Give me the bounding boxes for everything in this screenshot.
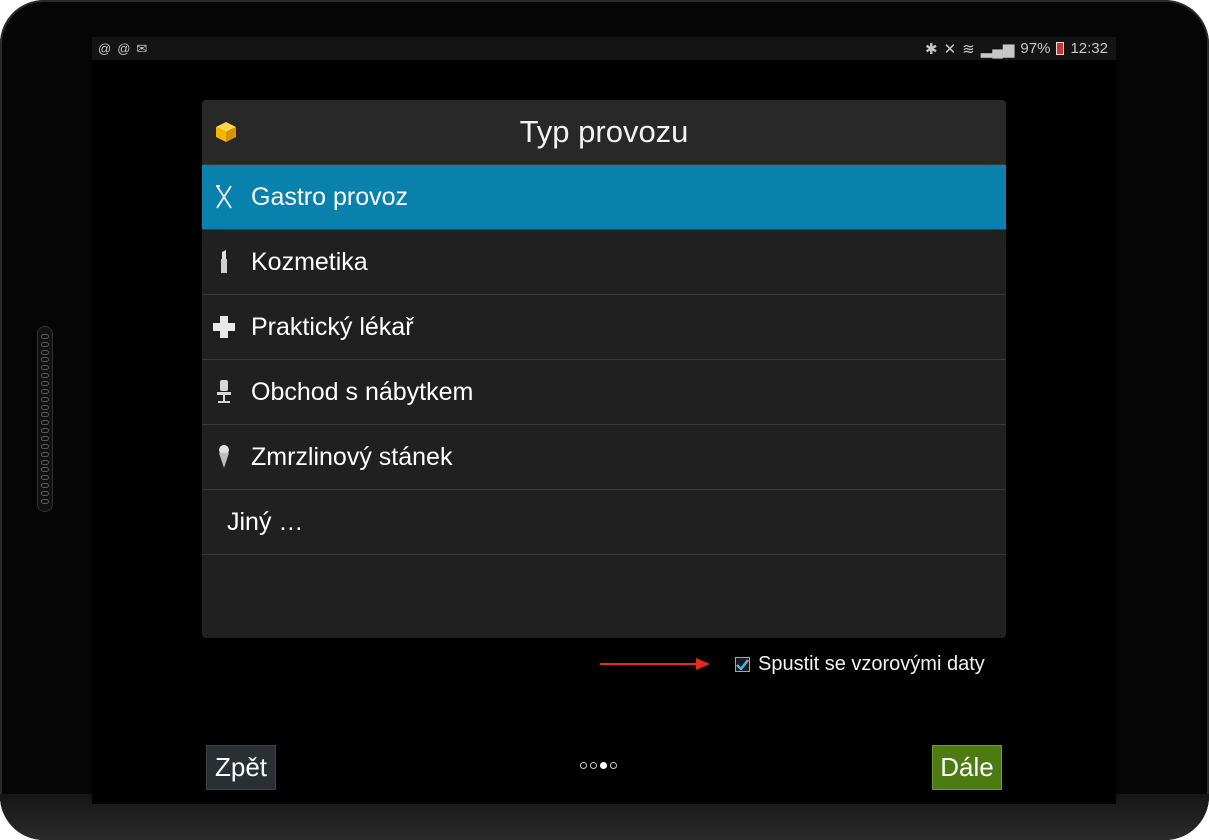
- list-item-zmrzlinovy-stanek[interactable]: Zmrzlinový stánek: [202, 425, 1006, 490]
- page-dot: [580, 762, 587, 769]
- wifi-icon: ≋: [962, 40, 975, 58]
- list-item-kozmetika[interactable]: Kozmetika: [202, 230, 1006, 295]
- fork-knife-icon: [212, 182, 236, 212]
- dialog-title: Typ provozu: [519, 114, 689, 149]
- cross-icon: [212, 312, 236, 342]
- mute-icon: ✕: [943, 40, 957, 58]
- clock: 12:32: [1070, 40, 1108, 57]
- chair-icon: [212, 377, 236, 407]
- signal-icon: ▂▄▆: [980, 40, 1015, 58]
- list-item-prakticky-lekar[interactable]: Praktický lékař: [202, 295, 1006, 360]
- list-item-label: Kozmetika: [251, 247, 368, 276]
- status-bar: @ @ ✉ ✱ ✕ ≋ ▂▄▆ 97% 12:32: [92, 37, 1116, 60]
- sample-data-option[interactable]: Spustit se vzorovými daty: [735, 653, 985, 676]
- notification-icon: @: [117, 40, 131, 56]
- list-item-label: Jiný …: [227, 507, 304, 536]
- notification-icon: ✉: [136, 40, 148, 56]
- list-item-gastro[interactable]: Gastro provoz: [202, 165, 1006, 230]
- page-dot: [590, 762, 597, 769]
- notification-icons: @ @ ✉: [92, 41, 147, 57]
- lipstick-icon: [212, 247, 236, 277]
- ice-cream-icon: [212, 442, 236, 472]
- page-dot-active: [600, 762, 607, 769]
- screen: @ @ ✉ ✱ ✕ ≋ ▂▄▆ 97% 12:32 Typ provozu Ga…: [92, 37, 1116, 804]
- sample-data-checkbox[interactable]: [735, 657, 750, 672]
- cube-icon: [216, 122, 236, 142]
- list-item-label: Obchod s nábytkem: [251, 377, 474, 406]
- next-button[interactable]: Dále: [932, 745, 1002, 790]
- page-indicator: [580, 762, 617, 769]
- system-status: ✱ ✕ ≋ ▂▄▆ 97% 12:32: [925, 40, 1116, 58]
- dialog-header: Typ provozu: [202, 100, 1006, 165]
- notification-icon: @: [98, 40, 112, 56]
- battery-percent: 97%: [1020, 40, 1051, 57]
- list-item-obchod-nabytek[interactable]: Obchod s nábytkem: [202, 360, 1006, 425]
- annotation-arrow: [600, 658, 710, 670]
- list-item-label: Praktický lékař: [251, 312, 414, 341]
- list-item-label: Zmrzlinový stánek: [251, 442, 453, 471]
- battery-icon: [1056, 42, 1065, 55]
- checkmark-icon: [736, 659, 749, 670]
- bluetooth-icon: ✱: [924, 40, 938, 58]
- sample-data-label: Spustit se vzorovými daty: [758, 653, 985, 675]
- page-dot: [610, 762, 617, 769]
- back-button[interactable]: Zpět: [206, 745, 276, 790]
- list-item-jiny[interactable]: Jiný …: [202, 490, 1006, 555]
- list-item-label: Gastro provoz: [251, 182, 409, 211]
- business-type-dialog: Typ provozu Gastro provoz Kozmetika Prak…: [202, 100, 1006, 638]
- speaker-grille: [37, 326, 53, 512]
- tablet-frame: @ @ ✉ ✱ ✕ ≋ ▂▄▆ 97% 12:32 Typ provozu Ga…: [0, 0, 1209, 840]
